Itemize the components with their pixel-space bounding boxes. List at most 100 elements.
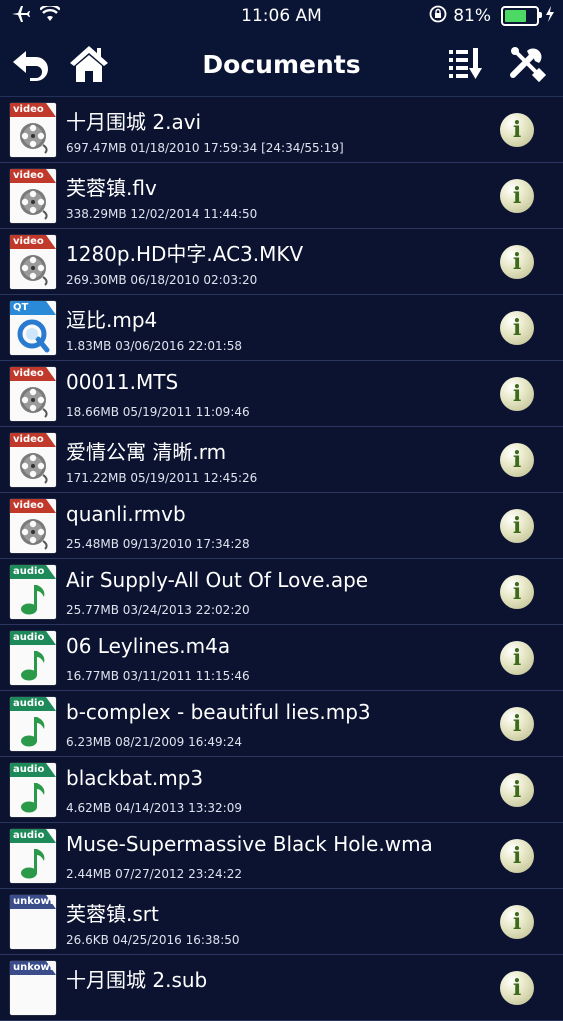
info-icon: i — [512, 249, 522, 275]
navigation-bar: Documents — [0, 32, 563, 97]
info-button[interactable]: i — [500, 311, 534, 345]
info-button[interactable]: i — [500, 113, 534, 147]
video-file-icon: video — [10, 103, 56, 157]
audio-file-icon: audio — [10, 763, 56, 817]
file-name: 00011.MTS — [66, 370, 179, 394]
video-file-icon: video — [10, 433, 56, 487]
status-time: 11:06 AM — [241, 6, 322, 26]
file-name: 十月围城 2.avi — [66, 110, 202, 134]
info-icon: i — [512, 315, 522, 341]
info-button[interactable]: i — [500, 245, 534, 279]
info-icon: i — [512, 645, 522, 671]
film-reel-icon — [20, 123, 48, 154]
info-button[interactable]: i — [500, 377, 534, 411]
file-name: Air Supply-All Out Of Love.ape — [66, 568, 369, 592]
file-type-tag: audio — [10, 697, 56, 711]
file-name: 逗比.mp4 — [66, 308, 158, 332]
info-button[interactable]: i — [500, 509, 534, 543]
info-icon: i — [512, 579, 522, 605]
info-button[interactable]: i — [500, 443, 534, 477]
file-type-tag: audio — [10, 631, 56, 645]
settings-button[interactable] — [506, 44, 548, 84]
file-meta: 1.83MB 03/06/2016 22:01:58 — [66, 339, 242, 353]
video-file-icon: video — [10, 235, 56, 289]
file-name: 06 Leylines.m4a — [66, 634, 231, 658]
file-meta: 26.6KB 04/25/2016 16:38:50 — [66, 933, 240, 947]
file-row[interactable]: QT 逗比.mp4 1.83MB 03/06/2016 22:01:58 i — [0, 295, 563, 361]
file-row[interactable]: audio blackbat.mp3 4.62MB 04/14/2013 13:… — [0, 757, 563, 823]
audio-file-icon: audio — [10, 697, 56, 751]
file-row[interactable]: audio b-complex - beautiful lies.mp3 6.2… — [0, 691, 563, 757]
film-reel-icon — [20, 519, 48, 550]
file-row[interactable]: unkown 芙蓉镇.srt 26.6KB 04/25/2016 16:38:5… — [0, 889, 563, 955]
file-type-tag: video — [10, 367, 56, 381]
file-row[interactable]: video 芙蓉镇.flv 338.29MB 12/02/2014 11:44:… — [0, 163, 563, 229]
back-arrow-icon — [13, 51, 48, 81]
film-reel-icon — [20, 387, 48, 418]
file-meta: 269.30MB 06/18/2010 02:03:20 — [66, 273, 258, 287]
home-icon — [70, 46, 108, 82]
file-row[interactable]: video 十月围城 2.avi 697.47MB 01/18/2010 17:… — [0, 97, 563, 163]
status-bar: 11:06 AM 81% — [0, 0, 563, 32]
file-row[interactable]: video 00011.MTS 18.66MB 05/19/2011 11:09… — [0, 361, 563, 427]
info-icon: i — [512, 843, 522, 869]
video-file-icon: video — [10, 169, 56, 223]
back-button[interactable] — [10, 44, 52, 84]
file-row[interactable]: audio 06 Leylines.m4a 16.77MB 03/11/2011… — [0, 625, 563, 691]
info-button[interactable]: i — [500, 773, 534, 807]
film-reel-icon — [20, 453, 48, 484]
file-meta: 25.77MB 03/24/2013 22:02:20 — [66, 603, 250, 617]
file-type-tag: unkown — [10, 895, 56, 909]
file-meta: 25.48MB 09/13/2010 17:34:28 — [66, 537, 250, 551]
music-note-icon — [21, 585, 45, 615]
info-button[interactable]: i — [500, 905, 534, 939]
file-name: 十月围城 2.sub — [66, 968, 208, 992]
file-type-tag: QT — [10, 301, 56, 315]
file-meta: 697.47MB 01/18/2010 17:59:34 [24:34/55:1… — [66, 141, 344, 155]
film-reel-icon — [20, 255, 48, 286]
file-meta: 18.66MB 05/19/2011 11:09:46 — [66, 405, 250, 419]
file-meta: 4.62MB 04/14/2013 13:32:09 — [66, 801, 242, 815]
qt-file-icon: QT — [10, 301, 56, 355]
info-button[interactable]: i — [500, 707, 534, 741]
info-button[interactable]: i — [500, 839, 534, 873]
file-name: 芙蓉镇.srt — [66, 902, 159, 926]
tools-icon — [510, 47, 547, 83]
file-type-tag: video — [10, 169, 56, 183]
file-meta: 338.29MB 12/02/2014 11:44:50 — [66, 207, 258, 221]
file-row[interactable]: video quanli.rmvb 25.48MB 09/13/2010 17:… — [0, 493, 563, 559]
file-type-tag: audio — [10, 763, 56, 777]
sort-button[interactable] — [444, 44, 486, 84]
unknown-file-icon — [14, 977, 52, 1013]
home-button[interactable] — [68, 44, 110, 84]
quicktime-icon — [17, 319, 50, 353]
info-icon: i — [512, 975, 522, 1001]
file-type-tag: unkown — [10, 961, 56, 975]
info-button[interactable]: i — [500, 179, 534, 213]
file-type-tag: video — [10, 235, 56, 249]
film-reel-icon — [20, 189, 48, 220]
file-name: b-complex - beautiful lies.mp3 — [66, 700, 371, 724]
sort-list-icon — [449, 48, 482, 79]
info-icon: i — [512, 183, 522, 209]
file-meta: 6.23MB 08/21/2009 16:49:24 — [66, 735, 242, 749]
file-type-tag: video — [10, 103, 56, 117]
info-icon: i — [512, 117, 522, 143]
audio-file-icon: audio — [10, 631, 56, 685]
file-row[interactable]: video 1280p.HD中字.AC3.MKV 269.30MB 06/18/… — [0, 229, 563, 295]
file-row[interactable]: audio Muse-Supermassive Black Hole.wma 2… — [0, 823, 563, 889]
file-list: video 十月围城 2.avi 697.47MB 01/18/2010 17:… — [0, 97, 563, 1021]
info-icon: i — [512, 447, 522, 473]
video-file-icon: video — [10, 499, 56, 553]
audio-file-icon: audio — [10, 829, 56, 883]
file-row[interactable]: unkown 十月围城 2.sub i — [0, 955, 563, 1021]
file-type-tag: video — [10, 433, 56, 447]
info-icon: i — [512, 513, 522, 539]
info-button[interactable]: i — [500, 575, 534, 609]
file-row[interactable]: video 爱情公寓 清晰.rm 171.22MB 05/19/2011 12:… — [0, 427, 563, 493]
file-name: 爱情公寓 清晰.rm — [66, 440, 227, 464]
file-name: 芙蓉镇.flv — [66, 176, 157, 200]
music-note-icon — [21, 783, 45, 813]
info-button[interactable]: i — [500, 641, 534, 675]
file-row[interactable]: audio Air Supply-All Out Of Love.ape 25.… — [0, 559, 563, 625]
